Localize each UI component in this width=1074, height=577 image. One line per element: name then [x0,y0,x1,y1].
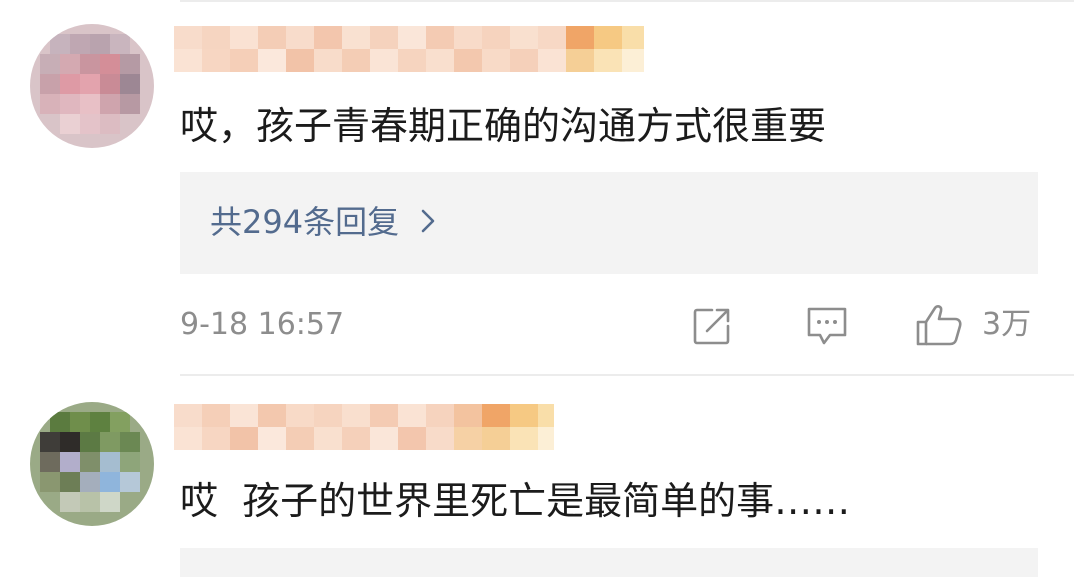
comment-text[interactable]: 哎 孩子的世界里死亡是最简单的事…… [180,477,850,525]
avatar[interactable] [30,402,154,526]
like-count: 3万 [982,307,1032,342]
top-divider [180,0,1074,2]
chevron-right-icon [421,202,435,242]
comment-timestamp: 9-18 16:57 [180,307,345,342]
thumbs-up-icon[interactable] [914,302,964,348]
reply-summary-box[interactable] [180,548,1038,577]
comment-divider [180,374,1074,376]
view-replies-link[interactable]: 共294条回复 [210,202,435,242]
reply-count-label: 共294条回复 [210,203,400,241]
avatar[interactable] [30,24,154,148]
username[interactable] [174,26,644,72]
username[interactable] [174,404,554,450]
reply-summary-box[interactable]: 共294条回复 [180,172,1038,274]
comment-icon[interactable] [804,304,850,348]
comment-text[interactable]: 哎，孩子青春期正确的沟通方式很重要 [180,102,826,150]
share-icon[interactable] [690,304,734,348]
